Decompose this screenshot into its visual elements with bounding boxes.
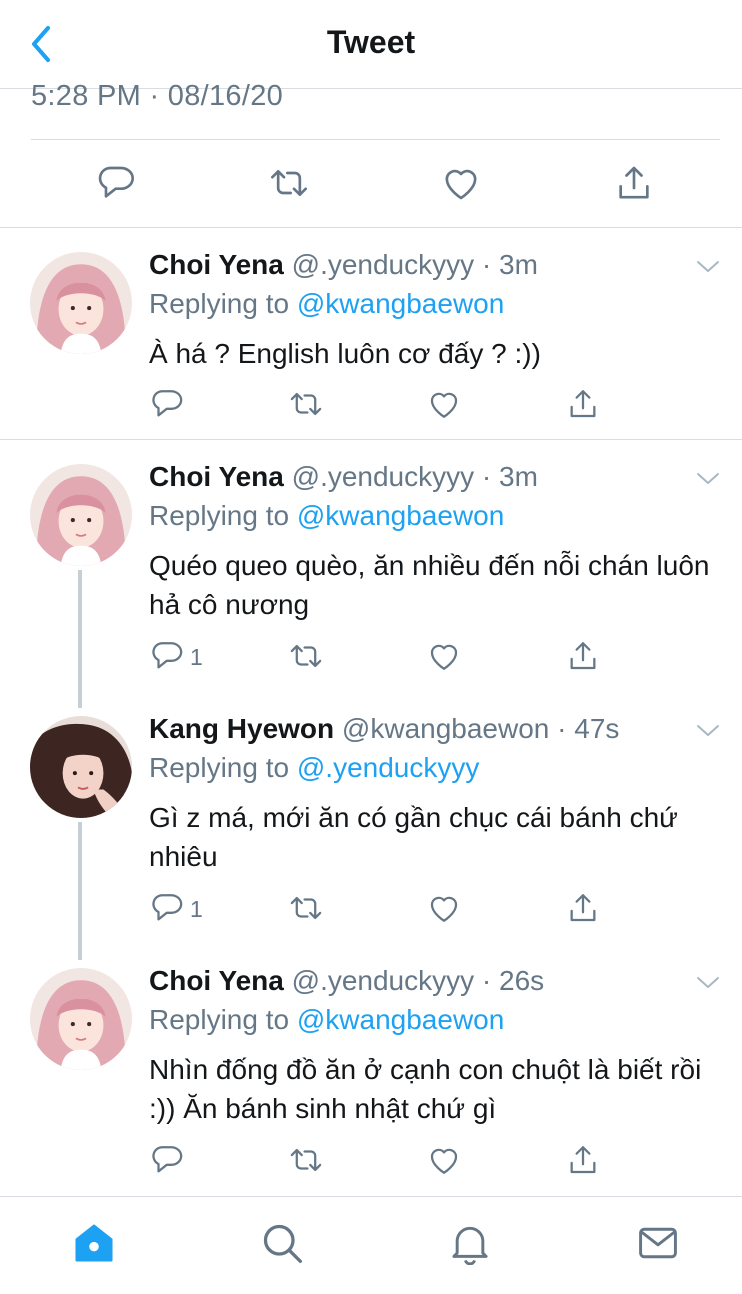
reply-header: Choi Yena @.yenduckyyy · 3m — [149, 249, 538, 281]
avatar[interactable] — [30, 716, 132, 818]
mention-link[interactable]: @.yenduckyyy — [297, 752, 480, 783]
avatar[interactable] — [30, 464, 132, 566]
chevron-down-icon[interactable] — [694, 468, 722, 488]
retweet-icon[interactable] — [269, 162, 309, 204]
replying-to: Replying to @.yenduckyyy — [149, 752, 479, 784]
tab-home[interactable] — [72, 1221, 116, 1265]
reply-icon[interactable] — [150, 1143, 184, 1177]
share-icon[interactable] — [566, 639, 600, 673]
replying-to: Replying to @kwangbaewon — [149, 288, 504, 320]
reply-tweet[interactable]: Choi Yena @.yenduckyyy · 3m Replying to … — [0, 228, 742, 440]
mention-link[interactable]: @kwangbaewon — [297, 1004, 504, 1035]
tweet-text: Gì z má, mới ăn có gần chục cái bánh chứ… — [149, 802, 678, 872]
share-icon[interactable] — [566, 891, 600, 925]
reply-tweet[interactable]: Kang Hyewon @kwangbaewon · 47s Replying … — [0, 692, 742, 944]
replying-to-label: Replying to — [149, 288, 297, 319]
reply-header: Kang Hyewon @kwangbaewon · 47s — [149, 713, 619, 745]
tweet-action-bar — [0, 140, 742, 228]
reply-count: 1 — [190, 896, 203, 922]
reply-icon[interactable] — [150, 891, 184, 925]
like-icon[interactable] — [427, 1143, 461, 1177]
replying-to-label: Replying to — [149, 500, 297, 531]
home-icon — [75, 1224, 113, 1262]
like-icon[interactable] — [441, 162, 481, 204]
retweet-icon[interactable] — [289, 891, 323, 925]
avatar[interactable] — [30, 252, 132, 354]
replying-to-label: Replying to — [149, 1004, 297, 1035]
retweet-icon[interactable] — [289, 639, 323, 673]
top-navigation-bar: Tweet — [0, 0, 742, 89]
display-name[interactable]: Kang Hyewon — [149, 713, 334, 744]
notifications-icon — [452, 1226, 488, 1266]
chevron-down-icon[interactable] — [694, 720, 722, 740]
tab-notifications[interactable] — [448, 1221, 492, 1266]
reply-icon[interactable] — [96, 162, 136, 204]
search-icon — [263, 1224, 302, 1263]
tab-messages[interactable] — [636, 1221, 680, 1265]
handle-and-time: @kwangbaewon · 47s — [341, 713, 620, 744]
tweet-text: À há ? English luôn cơ đấy ? :)) — [149, 338, 541, 369]
bottom-tab-bar — [0, 1196, 742, 1294]
tweet-text: Nhìn đống đồ ăn ở cạnh con chuột là biết… — [149, 1054, 702, 1124]
replying-to: Replying to @kwangbaewon — [149, 500, 504, 532]
page-title: Tweet — [326, 24, 416, 60]
display-name[interactable]: Choi Yena — [149, 965, 284, 996]
avatar[interactable] — [30, 968, 132, 1070]
like-icon[interactable] — [427, 639, 461, 673]
retweet-icon[interactable] — [289, 1143, 323, 1177]
chevron-down-icon[interactable] — [694, 256, 722, 276]
messages-icon — [639, 1227, 677, 1259]
handle-and-time: @.yenduckyyy · 3m — [291, 249, 538, 280]
tweet-text: Quéo queo quèo, ăn nhiều đến nỗi chán lu… — [149, 550, 710, 620]
tab-search[interactable] — [260, 1221, 304, 1265]
replying-to-label: Replying to — [149, 752, 297, 783]
mention-link[interactable]: @kwangbaewon — [297, 500, 504, 531]
chevron-down-icon[interactable] — [694, 972, 722, 992]
reply-tweet[interactable]: Choi Yena @.yenduckyyy · 26s Replying to… — [0, 944, 742, 1196]
retweet-icon[interactable] — [289, 387, 323, 421]
display-name[interactable]: Choi Yena — [149, 249, 284, 280]
like-icon[interactable] — [427, 387, 461, 421]
reply-count: 1 — [190, 644, 203, 670]
share-icon[interactable] — [614, 162, 654, 204]
handle-and-time: @.yenduckyyy · 3m — [291, 461, 538, 492]
tweet-timestamp: 5:28 PM · 08/16/20 — [31, 80, 284, 112]
mention-link[interactable]: @kwangbaewon — [297, 288, 504, 319]
display-name[interactable]: Choi Yena — [149, 461, 284, 492]
reply-header: Choi Yena @.yenduckyyy · 26s — [149, 965, 544, 997]
handle-and-time: @.yenduckyyy · 26s — [291, 965, 545, 996]
replying-to: Replying to @kwangbaewon — [149, 1004, 504, 1036]
reply-header: Choi Yena @.yenduckyyy · 3m — [149, 461, 538, 493]
share-icon[interactable] — [566, 387, 600, 421]
reply-tweet[interactable]: Choi Yena @.yenduckyyy · 3m Replying to … — [0, 440, 742, 692]
like-icon[interactable] — [427, 891, 461, 925]
reply-icon[interactable] — [150, 387, 184, 421]
reply-icon[interactable] — [150, 639, 184, 673]
share-icon[interactable] — [566, 1143, 600, 1177]
